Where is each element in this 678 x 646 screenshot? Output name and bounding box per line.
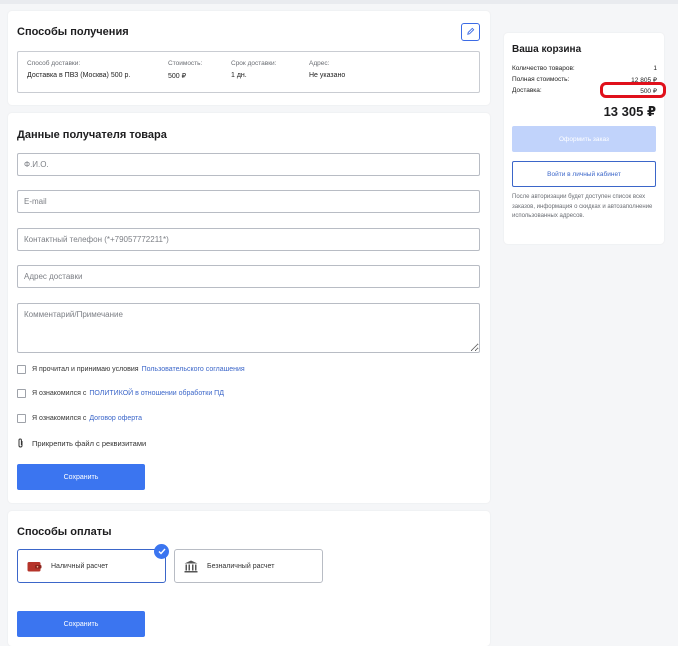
cart-total: 13 305 ₽ [603, 104, 656, 119]
delivery-methods-title: Способы получения [17, 26, 129, 38]
delivery-methods-card: Способы получения Способ доставки: Доста… [8, 11, 490, 105]
delivery-highlight-annotation [600, 82, 666, 98]
full-name-input[interactable] [17, 153, 480, 176]
privacy-policy-text: Я ознакомился с [32, 390, 87, 397]
terms-agreement-row: Я прочитал и принимаю условия Пользовате… [17, 365, 245, 374]
cart-delivery-label: Доставка: [512, 87, 542, 94]
cart-item-count-value: 1 [653, 65, 657, 72]
delivery-address-input[interactable] [17, 265, 480, 288]
save-recipient-button[interactable]: Сохранить [17, 464, 145, 490]
attach-file-label: Прикрепить файл с реквизитами [32, 438, 147, 448]
offer-agreement-checkbox[interactable] [17, 414, 26, 423]
privacy-policy-checkbox[interactable] [17, 389, 26, 398]
recipient-data-title: Данные получателя товара [17, 129, 167, 141]
login-button[interactable]: Войти в личный кабинет [512, 161, 656, 187]
delivery-cost-value: 500 ₽ [168, 73, 187, 80]
user-agreement-link[interactable]: Пользовательского соглашения [142, 366, 245, 373]
payment-methods-card: Способы оплаты Наличный расчет Безналичн… [8, 511, 490, 646]
email-input[interactable] [17, 190, 480, 213]
top-divider [0, 0, 678, 4]
delivery-summary-box: Способ доставки: Доставка в ПВЗ (Москва)… [17, 51, 480, 93]
terms-agreement-text: Я прочитал и принимаю условия [32, 366, 139, 373]
delivery-address-value: Не указано [309, 72, 346, 79]
comment-textarea[interactable] [17, 303, 480, 353]
edit-delivery-button[interactable] [461, 23, 480, 41]
paperclip-icon [17, 438, 25, 448]
cart-item-count-label: Количество товаров: [512, 65, 575, 72]
payment-option-cash-label: Наличный расчет [51, 562, 109, 570]
offer-agreement-text: Я ознакомился с [32, 415, 87, 422]
checkout-button[interactable]: Оформить заказ [512, 126, 656, 152]
attach-file-control[interactable]: Прикрепить файл с реквизитами [17, 438, 146, 448]
recipient-data-card: Данные получателя товара Я прочитал и пр… [8, 113, 490, 503]
pencil-icon [466, 27, 475, 38]
save-payment-button[interactable]: Сохранить [17, 611, 145, 637]
delivery-address-label: Адрес: [309, 60, 330, 67]
delivery-cost-label: Стоимость: [168, 60, 203, 67]
delivery-method-column: Способ доставки: Доставка в ПВЗ (Москва)… [27, 60, 130, 79]
offer-contract-link[interactable]: Договор оферта [89, 415, 142, 422]
cart-full-price-label: Полная стоимость: [512, 76, 570, 83]
privacy-policy-row: Я ознакомился с ПОЛИТИКОЙ в отношении об… [17, 389, 224, 398]
terms-agreement-checkbox[interactable] [17, 365, 26, 374]
delivery-address-column: Адрес: Не указано [309, 60, 345, 79]
phone-input[interactable] [17, 228, 480, 251]
delivery-term-label: Срок доставки: [231, 60, 277, 67]
cart-item-count-row: Количество товаров: 1 [512, 65, 657, 72]
delivery-method-label: Способ доставки: [27, 60, 81, 67]
wallet-icon [27, 561, 42, 572]
payment-methods-title: Способы оплаты [17, 526, 112, 538]
delivery-method-value: Доставка в ПВЗ (Москва) 500 р. [27, 72, 131, 79]
payment-option-cashless[interactable]: Безналичный расчет [174, 549, 323, 583]
cart-login-note: После авторизации будет доступен список … [512, 194, 653, 219]
offer-agreement-row: Я ознакомился с Договор оферта [17, 414, 142, 423]
cart-summary-card: Ваша корзина Количество товаров: 1 Полна… [504, 33, 664, 244]
delivery-cost-column: Стоимость: 500 ₽ [168, 60, 202, 80]
payment-option-cash[interactable]: Наличный расчет [17, 549, 166, 583]
bank-icon [184, 560, 198, 573]
payment-option-cashless-label: Безналичный расчет [207, 562, 275, 570]
delivery-term-value: 1 дн. [231, 72, 247, 79]
privacy-policy-link[interactable]: ПОЛИТИКОЙ в отношении обработки ПД [89, 390, 224, 397]
delivery-term-column: Срок доставки: 1 дн. [231, 60, 276, 79]
selected-check-icon [154, 544, 169, 559]
cart-title: Ваша корзина [512, 44, 582, 55]
